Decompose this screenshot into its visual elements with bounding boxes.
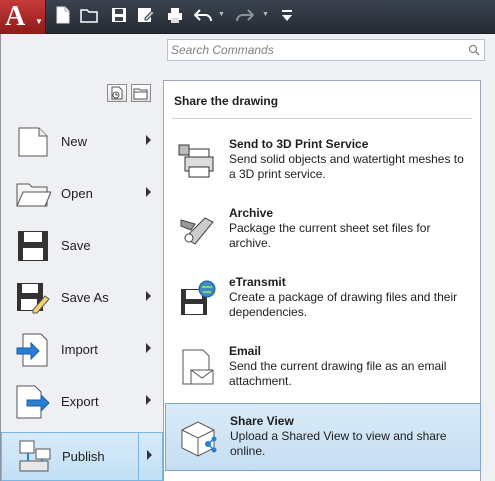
item-title: Email (229, 344, 262, 358)
app-logo: A (5, 1, 26, 32)
application-menu-button[interactable]: A ▼ (0, 0, 46, 34)
saveas-icon[interactable] (136, 6, 156, 26)
item-description: Package the current sheet set files for … (229, 221, 431, 250)
undo-dropdown-icon[interactable]: ▼ (218, 11, 228, 21)
save-icon (18, 231, 48, 261)
item-description: Upload a Shared View to view and share o… (230, 429, 447, 458)
save-as-icon (17, 283, 50, 314)
menu-item-label: Open (61, 186, 93, 201)
submenu-item-3d-print[interactable]: Send to 3D Print Service Send solid obje… (165, 127, 481, 195)
open-documents-icon (133, 88, 148, 100)
new-document-icon (18, 127, 48, 157)
open-documents-button[interactable] (131, 84, 151, 102)
divider (172, 118, 472, 119)
open-icon[interactable] (80, 6, 100, 26)
panel-title: Share the drawing (174, 94, 279, 108)
submenu-arrow-icon (147, 450, 152, 460)
search-input[interactable] (171, 42, 461, 58)
menu-item-label: Publish (62, 449, 105, 464)
submenu-item-archive[interactable]: Archive Package the current sheet set fi… (165, 196, 481, 264)
submenu-arrow-icon (146, 291, 151, 301)
menu-item-label: New (61, 134, 88, 149)
submenu-arrow-icon (146, 187, 151, 197)
left-menu: New Open Save Save As Import Export Publ… (1, 118, 163, 481)
archive-icon (180, 217, 214, 245)
customize-icon[interactable] (278, 6, 298, 26)
recent-documents-button[interactable] (107, 84, 127, 102)
menu-item-save[interactable]: Save (1, 222, 163, 270)
publish-submenu-panel: Share the drawing Send to 3D Print Servi… (163, 80, 481, 481)
redo-dropdown-icon[interactable]: ▼ (262, 11, 272, 21)
menu-item-import[interactable]: Import (1, 326, 163, 374)
redo-icon[interactable] (236, 6, 256, 26)
item-title: eTransmit (229, 275, 286, 289)
folder-icon (16, 183, 51, 207)
import-icon (16, 333, 48, 367)
menu-item-label: Import (61, 342, 98, 357)
application-menu: New Open Save Save As (0, 34, 495, 481)
item-title: Send to 3D Print Service (229, 137, 369, 151)
print-icon[interactable] (166, 6, 186, 26)
item-description: Send solid objects and watertight meshes… (229, 152, 464, 181)
menu-item-label: Save As (61, 290, 109, 305)
search-box[interactable] (167, 39, 485, 61)
email-icon (182, 349, 214, 385)
new-icon[interactable] (54, 6, 74, 26)
menu-item-label: Save (61, 238, 91, 253)
menu-item-save-as[interactable]: Save As (1, 274, 163, 322)
undo-icon[interactable] (193, 6, 214, 26)
recent-documents-icon (111, 86, 123, 100)
chevron-down-icon: ▼ (35, 17, 43, 26)
menu-item-new[interactable]: New (1, 118, 163, 166)
title-bar: A ▼ ▼ ▼ (0, 0, 495, 34)
menu-item-open[interactable]: Open (1, 170, 163, 218)
submenu-arrow-icon (146, 135, 151, 145)
item-title: Share View (230, 414, 294, 428)
menu-item-label: Export (61, 394, 99, 409)
menu-item-export[interactable]: Export (1, 378, 163, 426)
submenu-arrow-icon (146, 395, 151, 405)
submenu-arrow-icon (146, 343, 151, 353)
menu-item-publish[interactable]: Publish (1, 432, 163, 481)
3d-print-icon (178, 144, 214, 178)
submenu-item-share-view[interactable]: Share View Upload a Shared View to view … (165, 403, 481, 471)
item-description: Send the current drawing file as an emai… (229, 359, 447, 388)
item-description: Create a package of drawing files and th… (229, 290, 458, 319)
item-title: Archive (229, 206, 274, 220)
submenu-item-email[interactable]: Email Send the current drawing file as a… (165, 334, 481, 402)
share-view-icon (181, 421, 217, 457)
save-icon[interactable] (110, 6, 130, 26)
publish-icon (19, 440, 51, 472)
etransmit-icon (181, 280, 216, 315)
submenu-item-etransmit[interactable]: eTransmit Create a package of drawing fi… (165, 265, 481, 333)
search-icon[interactable] (468, 44, 480, 56)
export-icon (16, 385, 50, 419)
